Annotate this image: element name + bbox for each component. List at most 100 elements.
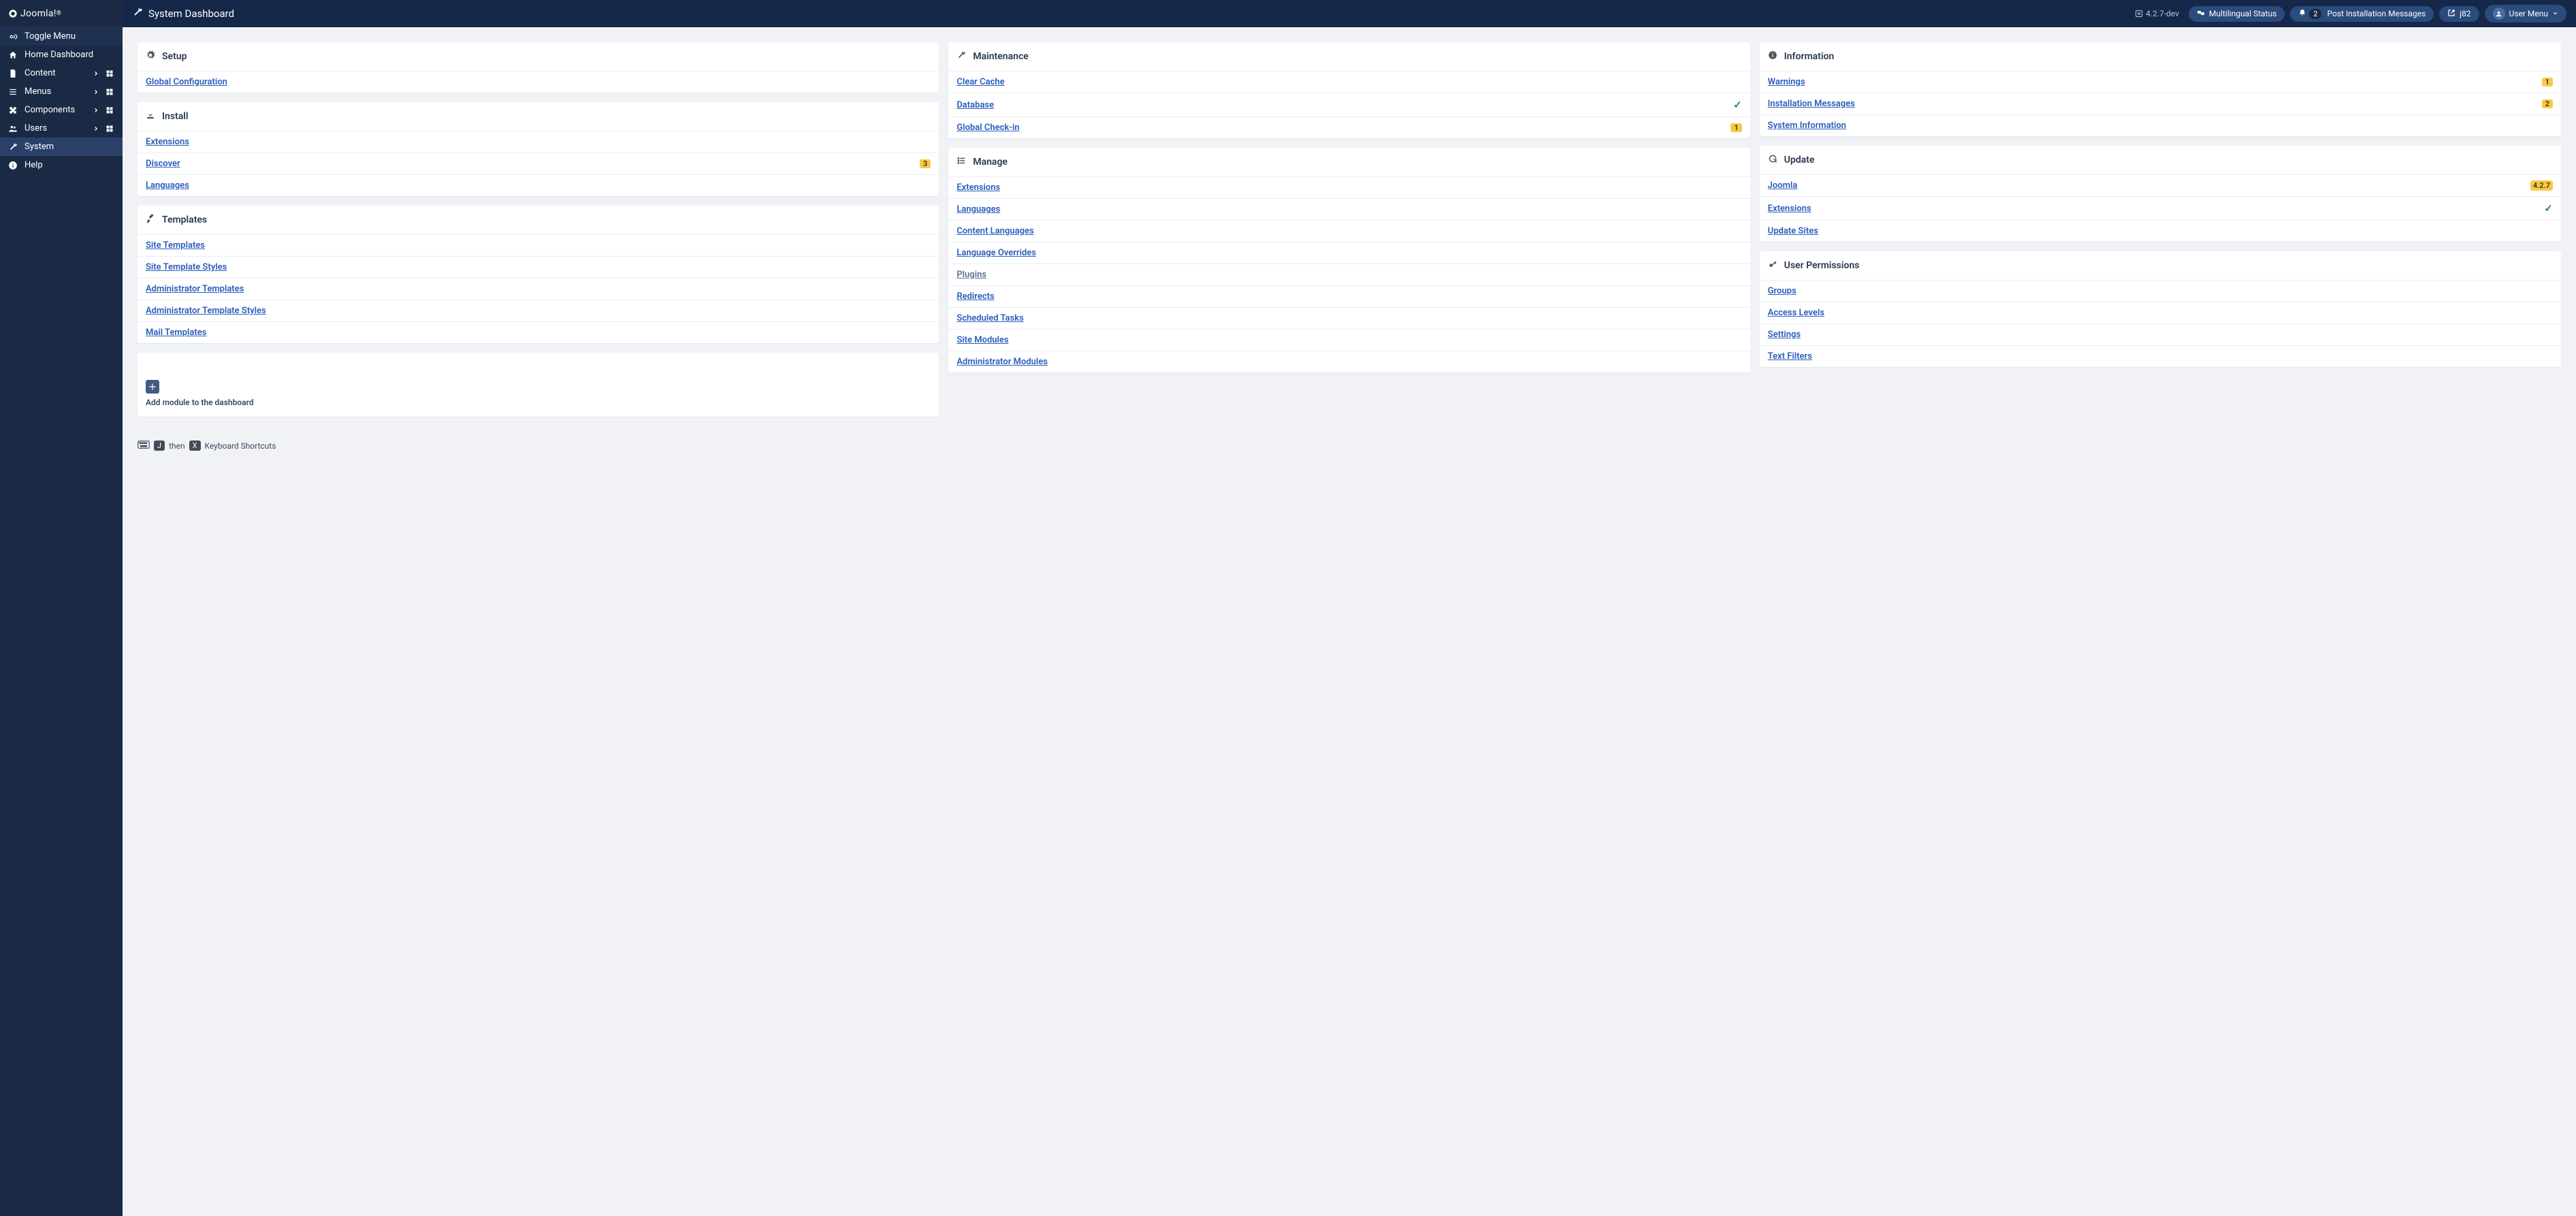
- link-language-overrides[interactable]: Language Overrides: [956, 248, 1036, 258]
- dashboard-icon[interactable]: [105, 87, 114, 97]
- wrench-icon: [8, 142, 18, 152]
- sidebar-item-components[interactable]: Components: [0, 101, 123, 119]
- sidebar-item-help[interactable]: Help: [0, 156, 123, 174]
- link-database[interactable]: Database: [956, 100, 994, 110]
- card-update: Update Joomla 4.2.7 Extensions ✓ Upd: [1760, 146, 2561, 242]
- link-content-languages[interactable]: Content Languages: [956, 226, 1033, 236]
- link-site-modules[interactable]: Site Modules: [956, 335, 1008, 345]
- home-icon: [8, 50, 18, 60]
- dashboard-icon[interactable]: [105, 124, 114, 133]
- link-admin-template-styles[interactable]: Administrator Template Styles: [146, 306, 266, 316]
- card-title: Setup: [162, 51, 187, 62]
- gear-icon: [146, 50, 155, 63]
- add-module-label: Add module to the dashboard: [146, 398, 931, 407]
- link-install-extensions[interactable]: Extensions: [146, 137, 189, 147]
- card-setup: Setup Global Configuration: [138, 42, 939, 93]
- puzzle-icon: [8, 106, 18, 115]
- link-global-configuration[interactable]: Global Configuration: [146, 77, 227, 87]
- nav-label: Home Dashboard: [25, 50, 114, 60]
- card-user-permissions: User Permissions Groups Access Levels Se…: [1760, 251, 2561, 367]
- key-j: J: [154, 441, 165, 451]
- link-settings[interactable]: Settings: [1768, 330, 1801, 340]
- keyboard-shortcuts-hint[interactable]: J then X Keyboard Shortcuts: [123, 432, 2576, 466]
- link-install-languages[interactable]: Languages: [146, 180, 189, 191]
- link-site-template-styles[interactable]: Site Template Styles: [146, 262, 227, 272]
- link-update-sites[interactable]: Update Sites: [1768, 226, 1818, 236]
- link-update-extensions[interactable]: Extensions: [1768, 204, 1812, 214]
- list-icon: [956, 156, 966, 168]
- language-icon: [2197, 9, 2205, 19]
- chevron-down-icon: [2552, 9, 2558, 18]
- card-install: Install Extensions Discover 3 Languages: [138, 102, 939, 196]
- toggle-menu[interactable]: Toggle Menu: [0, 27, 123, 46]
- nav-label: Menus: [25, 86, 91, 97]
- card-title: Templates: [162, 214, 207, 225]
- discover-badge: 3: [920, 159, 931, 168]
- main: System Dashboard 4.2.7-dev Multilingual …: [123, 0, 2576, 1216]
- external-link-icon: [2447, 9, 2456, 19]
- page-title-wrap: System Dashboard: [132, 7, 234, 20]
- link-site-templates[interactable]: Site Templates: [146, 240, 205, 251]
- sidebar-item-home[interactable]: Home Dashboard: [0, 46, 123, 64]
- pim-count: 2: [2309, 9, 2321, 19]
- user-menu-button[interactable]: User Menu: [2485, 5, 2566, 22]
- link-redirects[interactable]: Redirects: [956, 291, 994, 302]
- link-mail-templates[interactable]: Mail Templates: [146, 327, 206, 338]
- info-icon: [1768, 50, 1777, 63]
- link-admin-templates[interactable]: Administrator Templates: [146, 284, 244, 294]
- link-update-joomla[interactable]: Joomla: [1768, 180, 1798, 191]
- link-admin-modules[interactable]: Administrator Modules: [956, 357, 1048, 367]
- link-manage-extensions[interactable]: Extensions: [956, 182, 1000, 193]
- key-x: X: [189, 441, 201, 451]
- link-plugins[interactable]: Plugins: [956, 270, 986, 280]
- link-installation-messages[interactable]: Installation Messages: [1768, 99, 1855, 109]
- user-menu-label: User Menu: [2509, 9, 2548, 18]
- link-groups[interactable]: Groups: [1768, 286, 1797, 296]
- brand-text: Joomla!: [20, 8, 57, 19]
- chevron-right-icon: [91, 106, 101, 115]
- topbar: System Dashboard 4.2.7-dev Multilingual …: [123, 0, 2576, 27]
- brush-icon: [146, 214, 155, 226]
- dashboard-icon[interactable]: [105, 69, 114, 78]
- link-text-filters[interactable]: Text Filters: [1768, 351, 1812, 362]
- brand[interactable]: Joomla! ®: [0, 0, 123, 27]
- refresh-icon: [1768, 154, 1777, 166]
- version-text: 4.2.7-dev: [2146, 9, 2179, 18]
- users-icon: [8, 124, 18, 133]
- link-access-levels[interactable]: Access Levels: [1768, 308, 1824, 318]
- page-title: System Dashboard: [148, 7, 234, 20]
- joomla-version-badge: 4.2.7: [2530, 180, 2553, 191]
- multilingual-status-button[interactable]: Multilingual Status: [2189, 6, 2285, 22]
- wrench-icon: [956, 50, 966, 63]
- card-title: User Permissions: [1784, 260, 1860, 271]
- checkin-badge: 1: [1730, 123, 1741, 132]
- link-system-information[interactable]: System Information: [1768, 121, 1846, 131]
- link-warnings[interactable]: Warnings: [1768, 77, 1805, 87]
- open-site-button[interactable]: j82: [2439, 6, 2479, 22]
- sidebar-item-users[interactable]: Users: [0, 119, 123, 138]
- nav-label: Help: [25, 160, 114, 170]
- version-label[interactable]: 4.2.7-dev: [2135, 9, 2179, 18]
- link-global-checkin[interactable]: Global Check-in: [956, 123, 1019, 133]
- link-manage-languages[interactable]: Languages: [956, 204, 1000, 214]
- sidebar-item-system[interactable]: System: [0, 138, 123, 156]
- nav-label: Components: [25, 105, 91, 115]
- bell-icon: [2298, 9, 2306, 19]
- sidebar-item-menus[interactable]: Menus: [0, 82, 123, 101]
- link-discover[interactable]: Discover: [146, 159, 180, 169]
- check-icon: ✓: [2544, 202, 2553, 214]
- shortcuts-label: Keyboard Shortcuts: [205, 441, 276, 451]
- link-clear-cache[interactable]: Clear Cache: [956, 77, 1004, 87]
- post-install-messages-button[interactable]: 2 Post Installation Messages: [2290, 6, 2434, 22]
- link-scheduled-tasks[interactable]: Scheduled Tasks: [956, 313, 1023, 323]
- dashboard-icon[interactable]: [105, 106, 114, 115]
- nav-list: Toggle Menu Home Dashboard Content: [0, 27, 123, 174]
- nav-label: Content: [25, 68, 91, 78]
- add-module-button[interactable]: [146, 380, 159, 394]
- nav-label: System: [25, 142, 114, 152]
- check-icon: ✓: [1733, 99, 1742, 111]
- sidebar-item-content[interactable]: Content: [0, 64, 123, 82]
- nav-label: Users: [25, 123, 91, 133]
- card-title: Maintenance: [973, 51, 1028, 62]
- content: Setup Global Configuration Install Exten…: [123, 27, 2576, 432]
